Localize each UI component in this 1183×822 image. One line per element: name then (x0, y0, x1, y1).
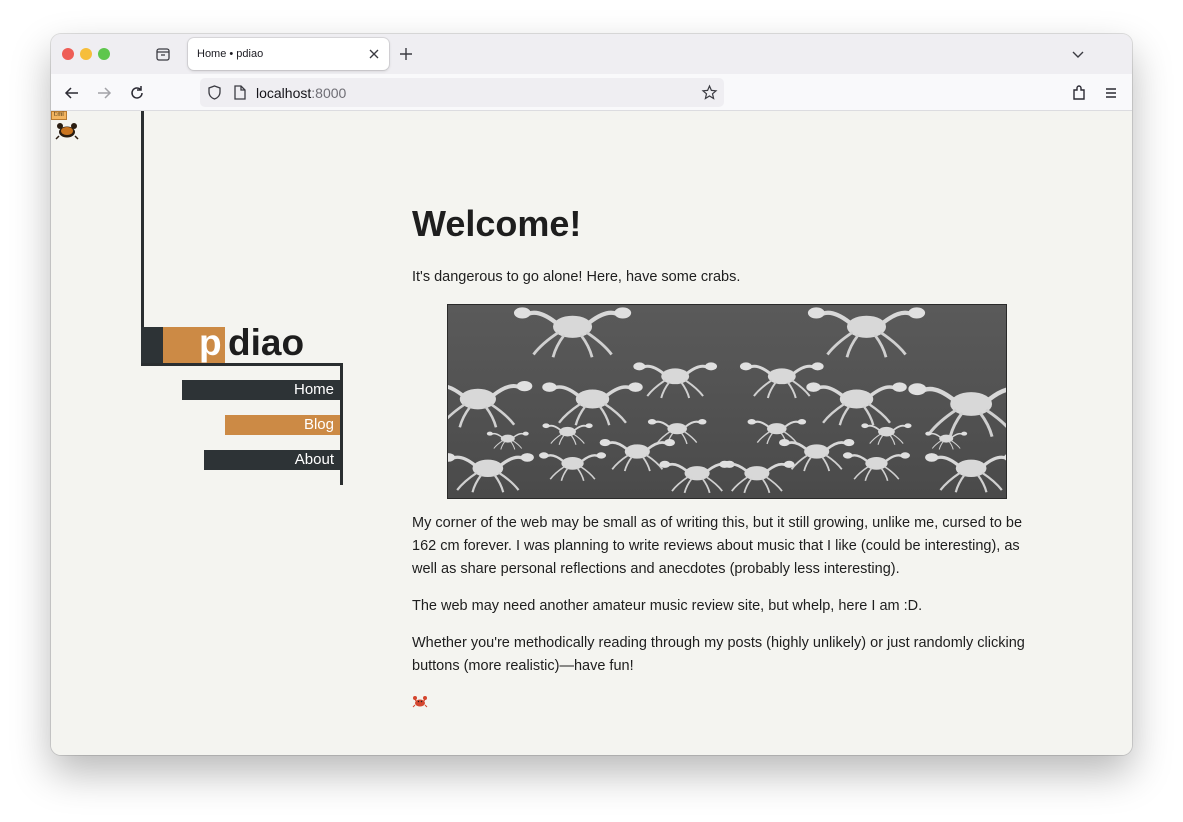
reload-icon[interactable] (128, 84, 146, 102)
url-text[interactable]: localhost:8000 (256, 85, 346, 101)
debug-tag: t:ml (51, 111, 67, 120)
navigation-toolbar: localhost:8000 (51, 74, 1132, 111)
page-title: Welcome! (412, 203, 582, 244)
tab-close-icon[interactable] (367, 47, 381, 61)
body-paragraph-3: Whether you're methodically reading thro… (412, 635, 1025, 674)
bookmark-star-icon[interactable] (701, 84, 718, 101)
tab-bar: Home • pdiao (51, 34, 1132, 74)
menu-icon[interactable] (1102, 84, 1120, 102)
window-close-button[interactable] (62, 48, 74, 60)
window-maximize-button[interactable] (98, 48, 110, 60)
logo-block-dark (141, 327, 163, 365)
nav-link-home[interactable]: Home (182, 380, 340, 400)
extensions-icon[interactable] (1070, 84, 1088, 102)
back-arrow-icon[interactable] (63, 84, 81, 102)
tab-home[interactable]: Home • pdiao (188, 38, 389, 70)
sidebar-vertical-rule (141, 111, 144, 327)
new-tab-icon[interactable] (398, 46, 414, 62)
forward-arrow-icon[interactable] (95, 84, 113, 102)
crab-icon (412, 696, 428, 708)
nav-vertical-rule (340, 363, 343, 485)
url-host: localhost (256, 85, 312, 101)
site-logo-initial[interactable]: p (199, 323, 222, 363)
tab-list-icon[interactable] (155, 46, 171, 62)
body-paragraph-2: The web may need another amateur music r… (412, 598, 923, 614)
site-logo-text[interactable]: diao (228, 323, 304, 363)
address-bar[interactable]: localhost:8000 (200, 78, 724, 107)
body-paragraph-1: My corner of the web may be small as of … (412, 515, 1023, 577)
browser-window: Home • pdiao localhost:8000 t:ml p diao … (51, 34, 1132, 755)
url-port: :8000 (311, 85, 347, 101)
nav-link-about[interactable]: About (204, 450, 340, 470)
window-minimize-button[interactable] (80, 48, 92, 60)
page-icon (234, 85, 246, 100)
intro-paragraph: It's dangerous to go alone! Here, have s… (412, 269, 741, 285)
crab-icon[interactable] (55, 120, 79, 140)
nav-link-blog[interactable]: Blog (225, 415, 340, 435)
crabs-image (447, 304, 1007, 499)
shield-icon[interactable] (206, 84, 223, 101)
tab-title: Home • pdiao (197, 48, 264, 60)
page-content: t:ml p diao Home Blog About Welcome! It'… (51, 111, 1132, 755)
chevron-down-icon[interactable] (1070, 46, 1086, 62)
logo-underline (141, 363, 343, 366)
